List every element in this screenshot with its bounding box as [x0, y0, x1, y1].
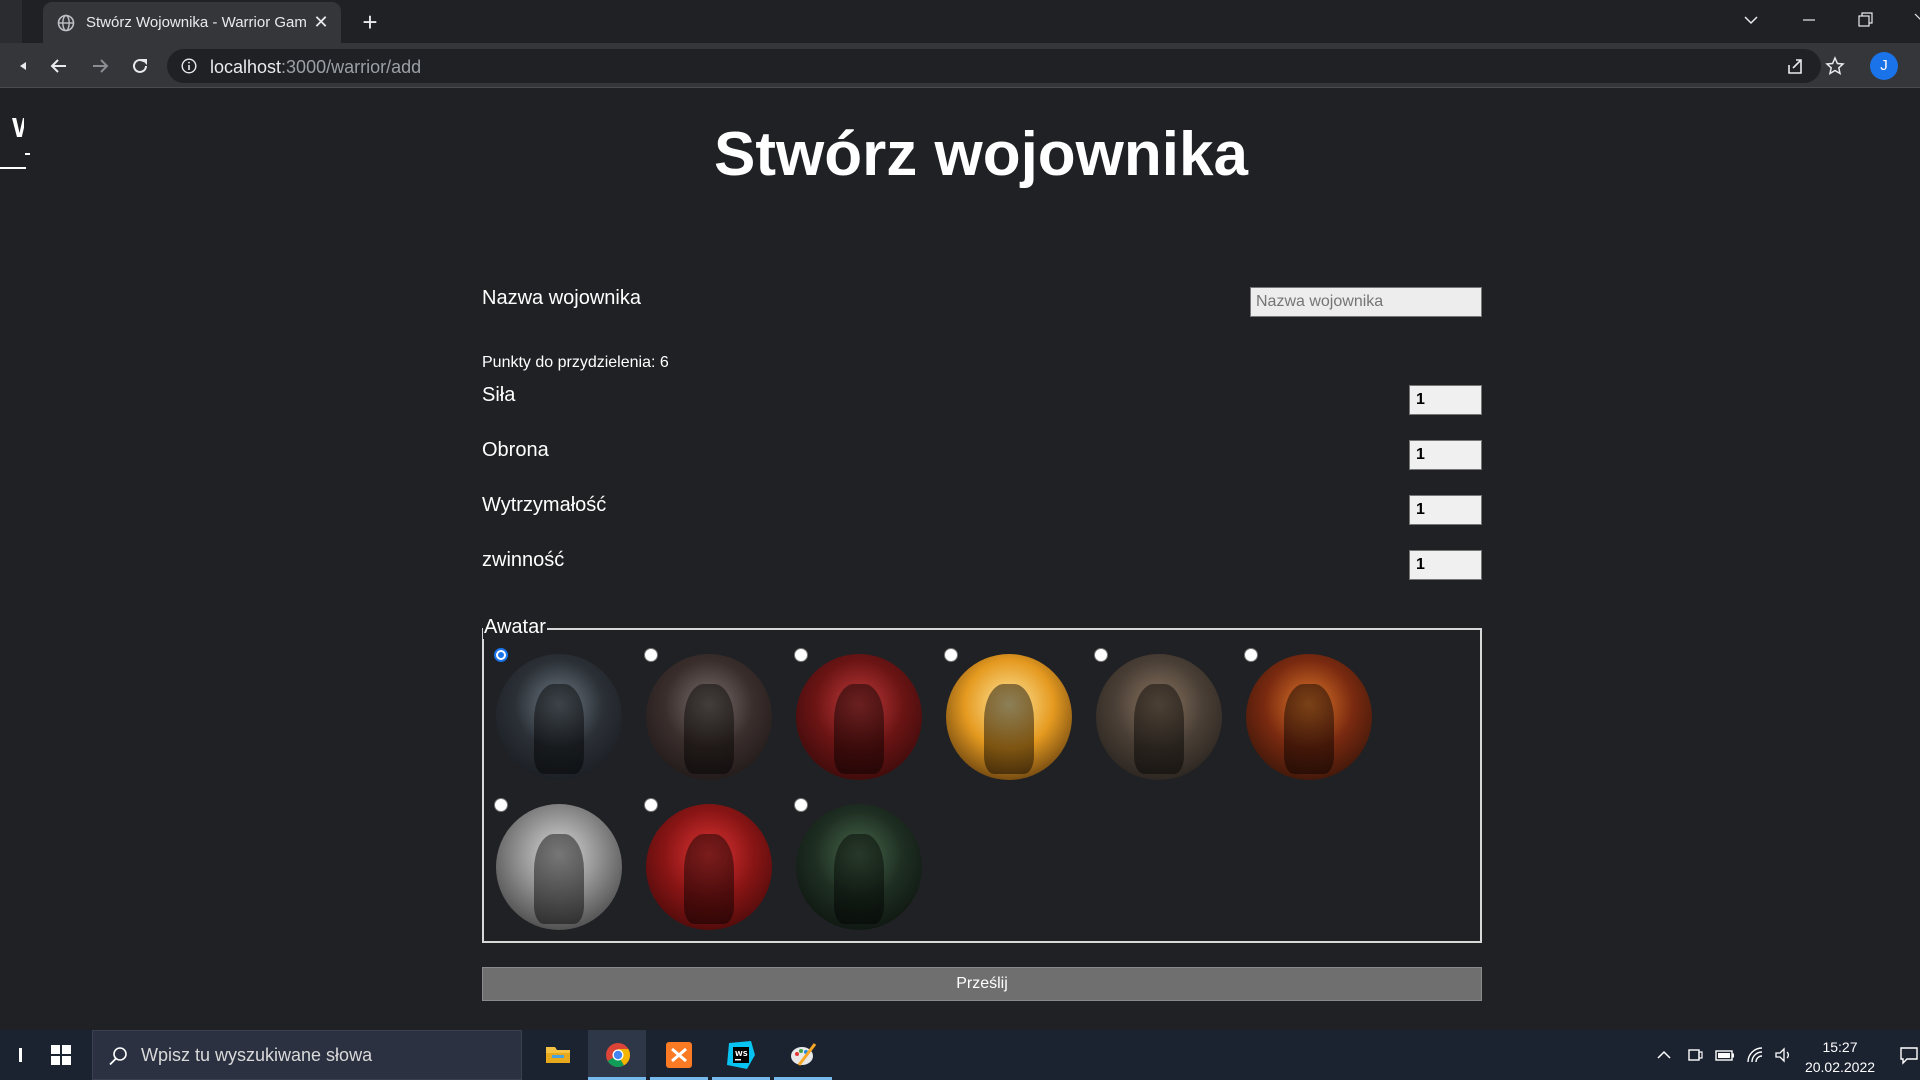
avatar-fieldset: Awatar: [482, 616, 1482, 943]
avatar-image[interactable]: [796, 654, 922, 780]
stat-label-endurance: Wytrzymałość: [482, 494, 607, 516]
taskbar-xampp[interactable]: [650, 1030, 708, 1080]
browser-tab[interactable]: Stwórz Wojownika - Warrior Game ✕: [43, 2, 341, 43]
taskbar-clock[interactable]: 15:27 20.02.2022: [1800, 1037, 1880, 1077]
avatar-option[interactable]: [1084, 630, 1234, 780]
device-icon[interactable]: [1685, 1045, 1705, 1065]
avatar-radio[interactable]: [794, 798, 808, 812]
avatar-image[interactable]: [1246, 654, 1372, 780]
info-icon[interactable]: [181, 58, 197, 74]
avatar-option[interactable]: [1234, 630, 1384, 780]
chrome-icon: [606, 1043, 630, 1068]
strength-input[interactable]: [1409, 385, 1482, 415]
avatar-figure: [534, 684, 584, 774]
caret-left-icon[interactable]: [8, 51, 38, 81]
minimize-icon[interactable]: [1794, 6, 1824, 34]
back-arrow-icon[interactable]: [44, 51, 74, 81]
svg-text:WS: WS: [735, 1050, 748, 1058]
avatar-figure: [534, 834, 584, 924]
windows-start-icon[interactable]: [50, 1044, 72, 1066]
window-close-icon[interactable]: [1904, 6, 1920, 34]
avatar-option[interactable]: [634, 780, 784, 930]
avatar-option[interactable]: [484, 780, 634, 930]
warrior-name-input[interactable]: [1250, 287, 1482, 317]
stat-label-strength: Siła: [482, 384, 516, 406]
avatar-option[interactable]: [634, 630, 784, 780]
avatar-radio[interactable]: [794, 648, 808, 662]
xampp-icon: [666, 1042, 692, 1068]
search-icon: [109, 1047, 127, 1066]
taskbar-webstorm[interactable]: WS: [712, 1030, 770, 1080]
page-title: Stwórz wojownika: [714, 120, 1248, 189]
avatar-image[interactable]: [496, 654, 622, 780]
tab-search-area: [0, 0, 22, 43]
stat-label-agility: zwinność: [482, 549, 565, 571]
globe-icon: [57, 14, 75, 32]
avatar-image[interactable]: [796, 804, 922, 930]
avatar-image[interactable]: [1096, 654, 1222, 780]
taskbar-paint[interactable]: [774, 1030, 832, 1080]
name-label: Nazwa wojownika: [482, 287, 641, 309]
avatar-option[interactable]: [484, 630, 634, 780]
defense-input[interactable]: [1409, 440, 1482, 470]
notification-icon[interactable]: [1898, 1045, 1920, 1065]
taskbar-search[interactable]: Wpisz tu wyszukiwane słowa: [92, 1030, 522, 1080]
chevron-down-icon[interactable]: [1736, 6, 1766, 34]
forward-arrow-icon[interactable]: [85, 51, 115, 81]
clock-date: 20.02.2022: [1804, 1059, 1876, 1075]
endurance-input[interactable]: [1409, 495, 1482, 525]
taskbar-chrome[interactable]: [588, 1030, 646, 1080]
avatar-image[interactable]: [646, 654, 772, 780]
avatar-option[interactable]: [934, 630, 1084, 780]
agility-input[interactable]: [1409, 550, 1482, 580]
avatar-option[interactable]: [784, 780, 934, 930]
avatar-radio[interactable]: [494, 648, 508, 662]
avatar-image[interactable]: [646, 804, 772, 930]
folder-icon: [546, 1047, 570, 1063]
taskbar-file-explorer[interactable]: [528, 1030, 586, 1080]
avatar-radio[interactable]: [1244, 648, 1258, 662]
restore-icon[interactable]: [1850, 6, 1880, 34]
battery-icon[interactable]: [1715, 1045, 1735, 1065]
avatar-figure: [834, 684, 884, 774]
submit-button[interactable]: Prześlij: [482, 967, 1482, 1001]
avatar-figure: [1134, 684, 1184, 774]
taskbar-handle-icon: [19, 1048, 22, 1062]
avatar-figure: [834, 834, 884, 924]
avatar-radio[interactable]: [1094, 648, 1108, 662]
clock-time: 15:27: [1822, 1039, 1858, 1055]
browser-toolbar: localhost:3000/warrior/add J: [0, 43, 1920, 88]
avatar-radio[interactable]: [644, 798, 658, 812]
avatar-radio[interactable]: [944, 648, 958, 662]
avatar-image[interactable]: [946, 654, 1072, 780]
avatar-figure: [684, 684, 734, 774]
close-tab-icon[interactable]: ✕: [311, 12, 331, 32]
avatar-radio[interactable]: [644, 648, 658, 662]
search-placeholder: Wpisz tu wyszukiwane słowa: [141, 1045, 373, 1065]
profile-avatar[interactable]: J: [1870, 52, 1898, 80]
avatar-figure: [984, 684, 1034, 774]
wifi-icon[interactable]: [1745, 1045, 1765, 1065]
share-icon[interactable]: [1780, 51, 1810, 81]
address-bar[interactable]: localhost:3000/warrior/add: [167, 49, 1821, 83]
reload-icon[interactable]: [125, 51, 155, 81]
avatar-figure: [684, 834, 734, 924]
stat-label-defense: Obrona: [482, 439, 549, 461]
url-text: localhost:3000/warrior/add: [210, 57, 422, 77]
avatar-radio[interactable]: [494, 798, 508, 812]
webstorm-icon: WS: [727, 1041, 755, 1069]
page-content: W Stwórz wojownika Nazwa wojownika Punkt…: [0, 89, 1920, 1030]
new-tab-button[interactable]: +: [356, 8, 384, 36]
points-remaining: Punkty do przydzielenia: 6: [482, 354, 669, 371]
avatar-image[interactable]: [496, 804, 622, 930]
bookmark-star-icon[interactable]: [1820, 51, 1850, 81]
tab-title: Stwórz Wojownika - Warrior Game: [86, 14, 306, 31]
paint-icon: [791, 1043, 817, 1066]
volume-icon[interactable]: [1773, 1045, 1793, 1065]
windows-taskbar: Wpisz tu wyszukiwane słowa WS 15:27 20.0…: [0, 1030, 1920, 1080]
avatar-option[interactable]: [784, 630, 934, 780]
tab-strip: Stwórz Wojownika - Warrior Game ✕ +: [0, 0, 1920, 43]
chevron-up-icon[interactable]: [1654, 1045, 1674, 1065]
avatar-figure: [1284, 684, 1334, 774]
